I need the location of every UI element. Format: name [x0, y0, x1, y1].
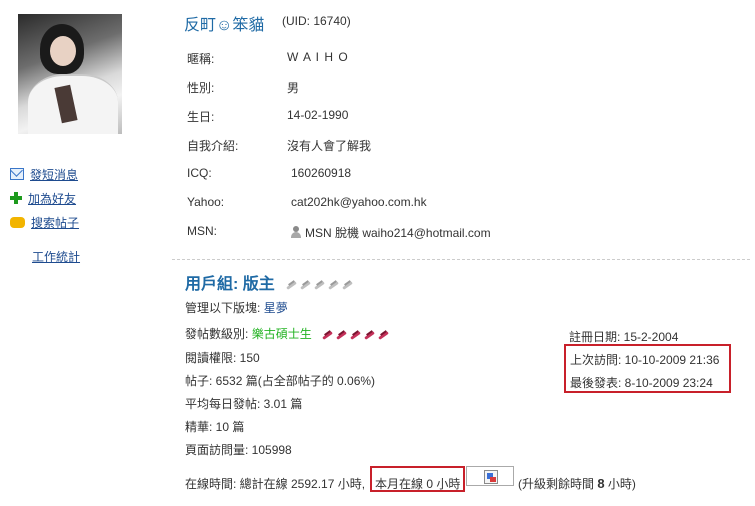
avatar [18, 14, 122, 134]
divider [172, 259, 750, 260]
speech-bubble-icon [10, 216, 25, 228]
rank-stars [321, 329, 389, 341]
info-key: 暱稱: [187, 52, 215, 66]
upgrade-remaining: (升級剩餘時間 8 小時) [518, 475, 636, 492]
info-key: 生日: [187, 110, 215, 124]
info-key: MSN: [187, 224, 217, 238]
avatar-face [50, 36, 76, 66]
info-value: cat202hk@yahoo.com.hk [291, 195, 427, 209]
feather-icon [285, 279, 297, 291]
info-key: Yahoo: [187, 195, 225, 209]
search-posts-link[interactable]: 搜索帖子 [10, 214, 79, 230]
image-icon [484, 470, 498, 484]
send-message-label[interactable]: 發短消息 [30, 166, 78, 183]
user-group-label: 用戶組: [185, 276, 239, 293]
feather-icon [299, 279, 311, 291]
group-stars [285, 279, 353, 291]
info-value: 14-02-1990 [287, 108, 349, 122]
info-value: 男 [287, 81, 300, 95]
info-value: MSN 脫機 waiho214@hotmail.com [291, 224, 491, 241]
info-key: 性別: [187, 81, 215, 95]
add-friend-label[interactable]: 加為好友 [28, 190, 76, 207]
page-views: 頁面訪問量: 105998 [185, 443, 292, 457]
feather-icon [363, 329, 375, 341]
user-group-value: 版主 [242, 276, 275, 293]
moderates-value[interactable]: 星夢 [264, 301, 288, 315]
uid-label: (UID: 16740) [282, 14, 351, 28]
rank-label: 發帖數級別: [185, 327, 249, 341]
plus-icon [10, 192, 22, 204]
feather-icon [377, 329, 389, 341]
work-stats-label[interactable]: 工作統計 [32, 248, 80, 265]
rank-value: 樂古碩士生 [251, 327, 312, 341]
feather-icon [327, 279, 339, 291]
post-count: 帖子: 6532 篇(占全部帖子的 0.06%) [185, 374, 376, 388]
info-key: 自我介紹: [187, 139, 239, 153]
page-title: 反町☺笨貓 [184, 17, 265, 34]
feather-icon [313, 279, 325, 291]
moderates-label: 管理以下版塊: [185, 301, 261, 315]
upgrade-suffix: 小時) [607, 477, 636, 491]
rank-row: 發帖數級別: 樂古碩士生 [185, 325, 389, 342]
feather-icon [321, 329, 333, 341]
upgrade-hours: 8 [597, 476, 605, 491]
last-post: 最後發表: 8-10-2009 23:24 [570, 376, 713, 390]
daily-posts: 平均每日發帖: 3.01 篇 [185, 397, 303, 411]
msn-text: MSN 脫機 waiho214@hotmail.com [305, 226, 491, 240]
feather-icon [349, 329, 361, 341]
user-group-title: 用戶組: 版主 [185, 270, 353, 294]
work-stats-link[interactable]: 工作統計 [32, 248, 80, 264]
send-message-link[interactable]: 發短消息 [10, 166, 78, 182]
info-key: ICQ: [187, 166, 212, 180]
moderates-row: 管理以下版塊: 星夢 [185, 299, 288, 316]
read-permission: 閱讀權限: 150 [185, 351, 260, 365]
register-date: 註冊日期: 15-2-2004 [569, 330, 679, 344]
user-icon [291, 226, 301, 238]
last-visit: 上次訪問: 10-10-2009 21:36 [570, 353, 720, 367]
online-month: 本月在線 0 小時 [375, 477, 461, 491]
search-posts-label[interactable]: 搜索帖子 [31, 214, 79, 231]
feather-icon [335, 329, 347, 341]
digest-count: 精華: 10 篇 [185, 420, 245, 434]
info-value: 沒有人會了解我 [287, 139, 372, 153]
add-friend-link[interactable]: 加為好友 [10, 190, 76, 206]
info-value: 160260918 [291, 166, 352, 180]
upgrade-prefix: (升級剩餘時間 [518, 477, 594, 491]
info-value: W A I H O [287, 50, 349, 64]
feather-icon [341, 279, 353, 291]
online-total: 在線時間: 總計在線 2592.17 小時, [185, 477, 366, 491]
mail-icon [10, 168, 24, 180]
